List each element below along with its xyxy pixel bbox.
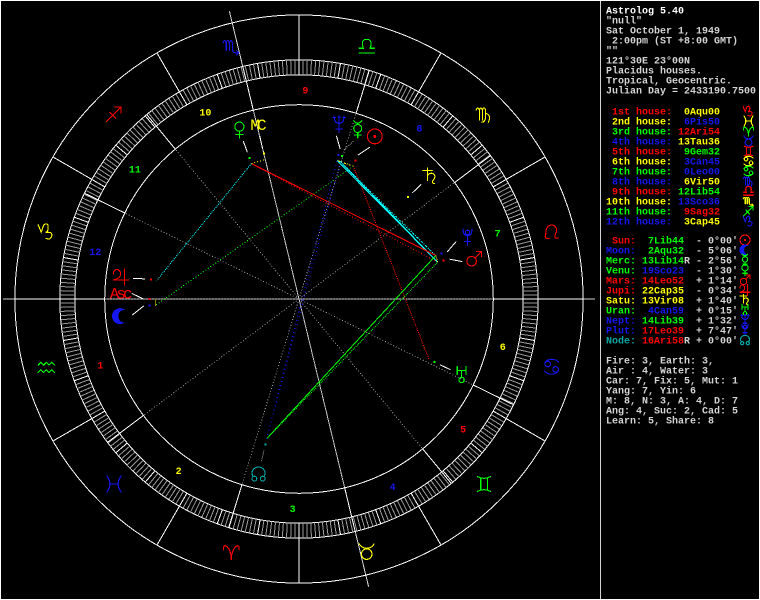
svg-text:10: 10 (199, 108, 211, 119)
svg-text:6: 6 (500, 343, 506, 354)
svg-text:R: R (684, 257, 690, 268)
svg-text:9: 9 (302, 86, 308, 97)
svg-text:4: 4 (390, 483, 396, 494)
svg-text:1: 1 (97, 362, 103, 373)
svg-text:3: 3 (290, 505, 296, 516)
svg-text:12th house:: 12th house: (606, 217, 672, 229)
svg-text:12: 12 (89, 248, 101, 259)
svg-text:11: 11 (129, 166, 141, 177)
svg-text:Learn: 5, Share: 8: Learn: 5, Share: 8 (606, 416, 714, 428)
svg-text:R: R (684, 337, 690, 348)
svg-text:16Ari58: 16Ari58 (642, 336, 684, 348)
svg-text:5: 5 (460, 426, 466, 437)
svg-text:Asc: Asc (110, 285, 132, 303)
svg-text:+ 0°00': + 0°00' (696, 336, 738, 348)
svg-text:Node:: Node: (606, 336, 636, 348)
svg-text:3Cap45: 3Cap45 (684, 218, 720, 229)
svg-text:Julian Day = 2433190.7500: Julian Day = 2433190.7500 (606, 86, 756, 98)
svg-text:2: 2 (176, 467, 182, 478)
svg-text:8: 8 (416, 124, 422, 135)
svg-text:2:00pm (ST +8:00 GMT): 2:00pm (ST +8:00 GMT) (606, 36, 738, 48)
svg-text:7: 7 (495, 230, 501, 241)
